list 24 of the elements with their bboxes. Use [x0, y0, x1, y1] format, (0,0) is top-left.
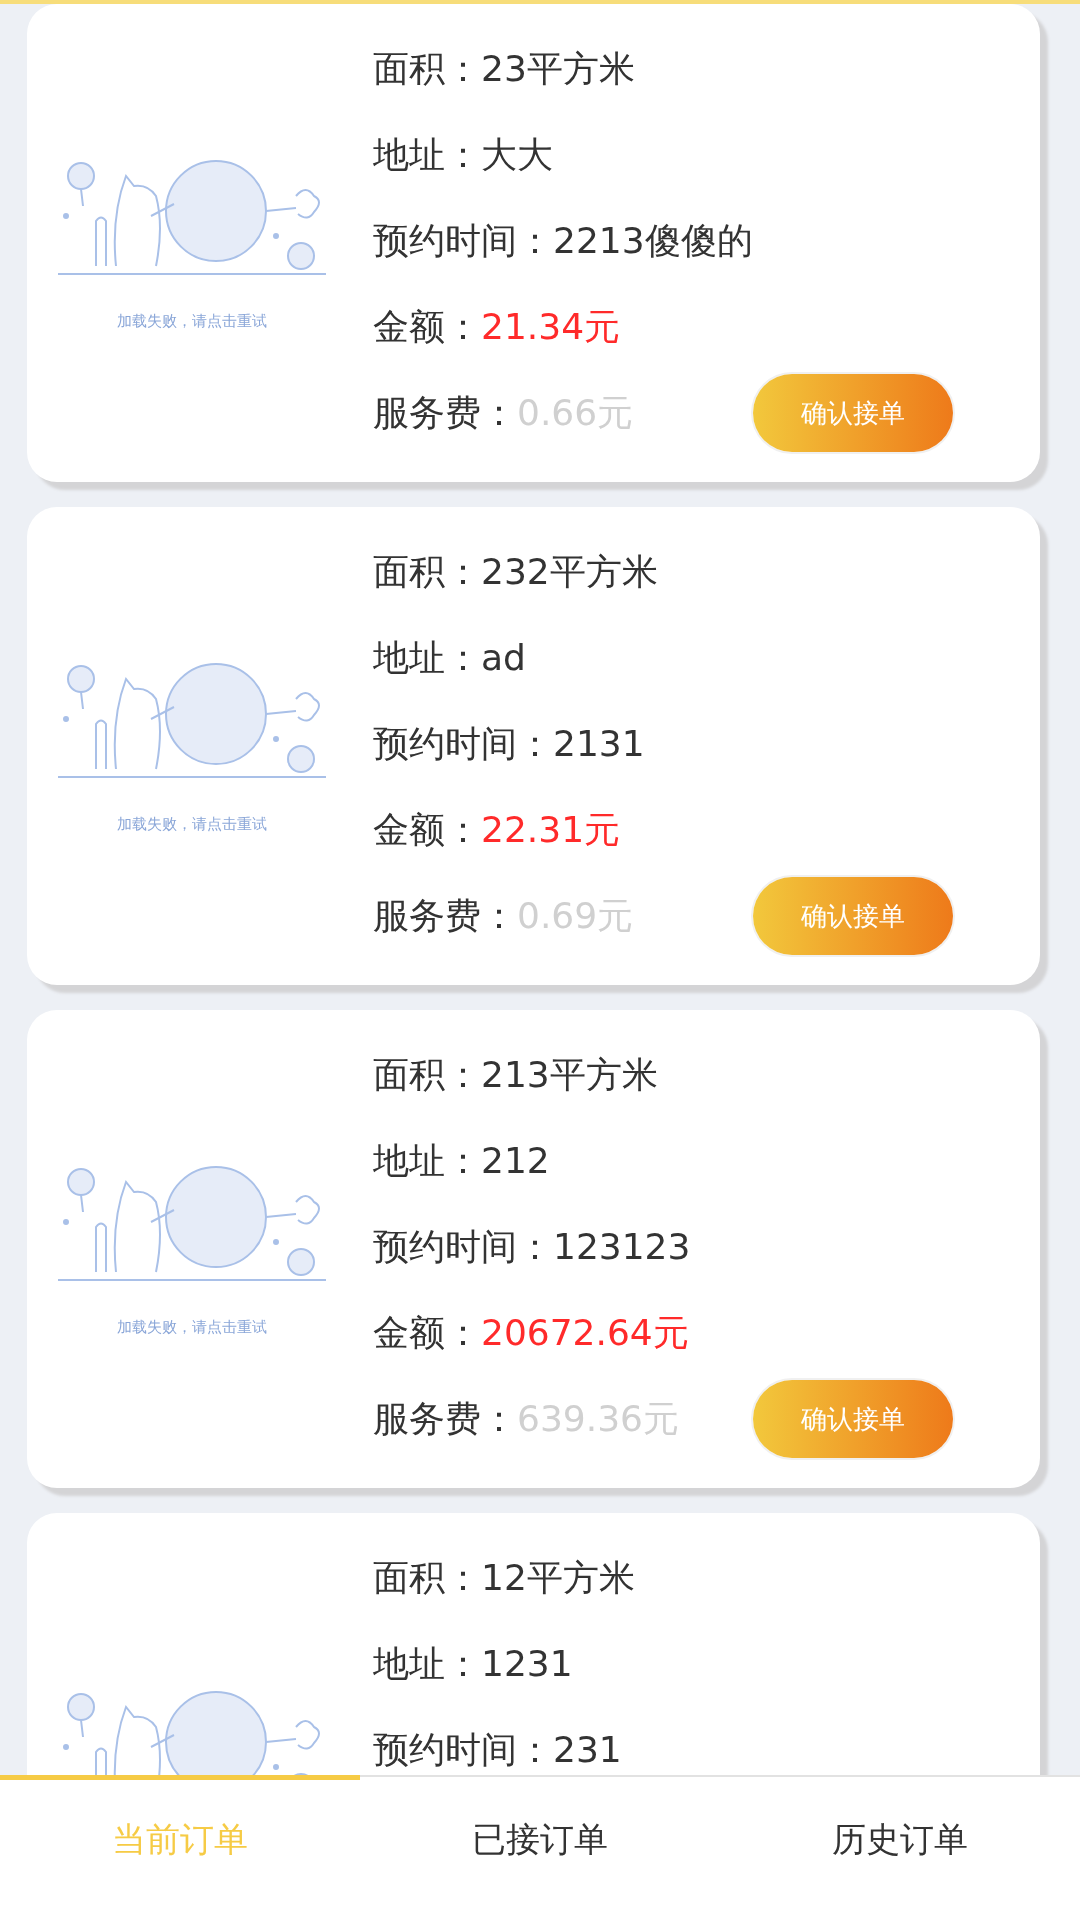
order-info-text: 预约时间：2213傻傻的: [373, 218, 753, 263]
order-info-text: 面积：213平方米: [373, 1052, 658, 1097]
image-error-text: 加载失败，请点击重试: [117, 311, 267, 331]
image-error-text: 加载失败，请点击重试: [117, 814, 267, 834]
tab[interactable]: 历史订单: [720, 1775, 1080, 1920]
confirm-order-button[interactable]: 确认接单: [753, 1380, 953, 1458]
order-info-text: 面积：23平方米: [373, 46, 635, 91]
order-info-text: 地址：大大: [373, 132, 553, 177]
tab[interactable]: 已接订单: [360, 1775, 720, 1920]
order-info-text: 预约时间：231: [373, 1727, 622, 1772]
order-info-text: 预约时间：2131: [373, 721, 645, 766]
order-info-text: 预约时间：123123: [373, 1224, 691, 1269]
tab[interactable]: 当前订单: [0, 1775, 360, 1920]
order-info-text: 地址：ad: [373, 635, 526, 680]
order-info-text: 面积：232平方米: [373, 549, 658, 594]
amount-text: 金额：22.31元: [373, 807, 621, 852]
confirm-order-button[interactable]: 确认接单: [753, 374, 953, 452]
order-info-text: 地址：212: [373, 1138, 550, 1183]
amount-text: 金额：21.34元: [373, 304, 621, 349]
image-error-text: 加载失败，请点击重试: [117, 1317, 267, 1337]
order-info-text: 面积：12平方米: [373, 1555, 635, 1600]
amount-text: 金额：20672.64元: [373, 1310, 689, 1355]
order-info-text: 地址：1231: [373, 1641, 573, 1686]
confirm-order-button[interactable]: 确认接单: [753, 877, 953, 955]
